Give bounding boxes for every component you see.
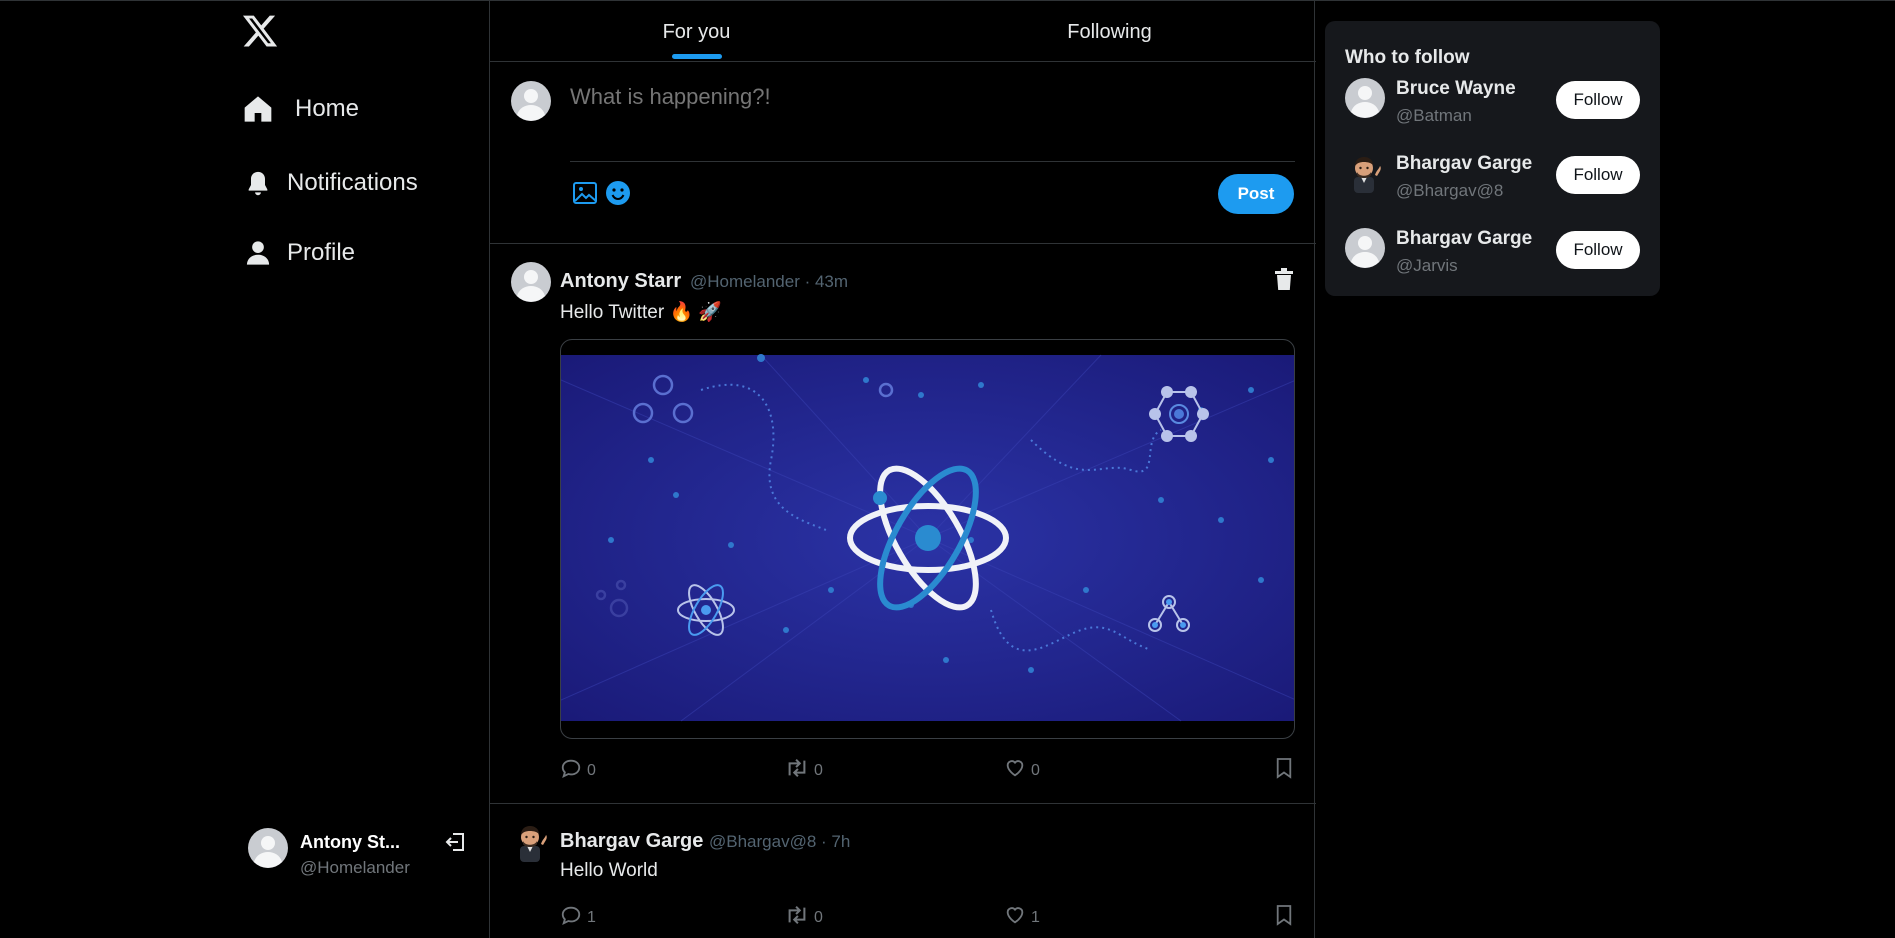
reply-button[interactable]: 1 — [560, 904, 596, 931]
avatar[interactable] — [1345, 228, 1385, 268]
who-to-follow-panel: Who to follow Bruce Wayne @Batman Follow — [1325, 21, 1660, 296]
tweet-text: Hello World — [560, 860, 658, 881]
tweet-actions: 1 0 1 — [560, 904, 1295, 930]
tweet-meta: @Bhargav@8 · 7h — [709, 832, 851, 851]
avatar — [511, 81, 551, 121]
person-icon — [241, 236, 275, 270]
account-handle: @Homelander — [300, 858, 410, 877]
memoji-avatar[interactable] — [511, 822, 551, 862]
tweet-actions: 0 0 0 — [560, 757, 1295, 783]
account-switcher[interactable]: Antony St... @Homelander — [248, 826, 478, 882]
app-root: Home Notifications Profile Antony St... … — [0, 0, 1895, 938]
x-logo-icon[interactable] — [241, 12, 279, 50]
image-icon[interactable] — [572, 181, 598, 205]
avatar[interactable] — [511, 262, 551, 302]
account-name: Antony St... — [300, 832, 400, 852]
tweet-text: Hello Twitter 🔥 🚀 — [560, 302, 723, 323]
suggestion-handle: @Batman — [1396, 106, 1472, 125]
emoji-icon[interactable] — [605, 180, 631, 206]
tweet-media-image[interactable] — [560, 339, 1295, 739]
tweet[interactable]: Antony Starr @Homelander · 43m Hello Twi… — [490, 244, 1316, 804]
bookmark-button[interactable] — [1275, 757, 1293, 784]
timeline-tabs: For you Following — [490, 0, 1316, 62]
follow-button[interactable]: Follow — [1556, 231, 1640, 269]
suggestion-name[interactable]: Bruce Wayne — [1396, 78, 1516, 100]
react-atom-illustration — [561, 354, 1294, 722]
follow-suggestion[interactable]: Bruce Wayne @Batman Follow — [1345, 78, 1640, 128]
home-icon — [241, 92, 275, 126]
composer-divider — [570, 161, 1295, 162]
reply-button[interactable]: 0 — [560, 757, 596, 784]
reply-count: 1 — [587, 908, 596, 926]
compose-input[interactable] — [570, 84, 1270, 110]
suggestion-name[interactable]: Bhargav Garge — [1396, 228, 1532, 250]
nav-item-notifications[interactable]: Notifications — [241, 166, 418, 200]
bookmark-icon — [1275, 904, 1293, 931]
retweet-icon — [785, 904, 809, 931]
trash-icon[interactable] — [1274, 268, 1294, 290]
heart-icon — [1004, 904, 1026, 931]
bookmark-icon — [1275, 757, 1293, 784]
tab-following[interactable]: Following — [903, 0, 1316, 62]
post-button[interactable]: Post — [1218, 174, 1294, 214]
tweet-author[interactable]: Antony Starr — [560, 270, 681, 293]
bell-icon — [241, 166, 275, 200]
follow-suggestion[interactable]: Bhargav Garge @Bhargav@8 Follow — [1345, 153, 1640, 203]
nav-item-label: Home — [295, 95, 360, 122]
follow-suggestion[interactable]: Bhargav Garge @Jarvis Follow — [1345, 228, 1640, 278]
like-count: 0 — [1031, 761, 1040, 779]
comment-icon — [560, 904, 582, 931]
retweet-button[interactable]: 0 — [785, 757, 823, 784]
reply-count: 0 — [587, 761, 596, 779]
like-button[interactable]: 0 — [1004, 757, 1040, 784]
avatar — [248, 828, 288, 868]
follow-button[interactable]: Follow — [1556, 156, 1640, 194]
left-sidebar: Home Notifications Profile Antony St... … — [0, 0, 489, 938]
active-tab-indicator — [672, 54, 722, 59]
panel-title: Who to follow — [1345, 47, 1470, 68]
tweet-composer: Post — [490, 62, 1316, 244]
tweet[interactable]: Bhargav Garge @Bhargav@8 · 7h Hello Worl… — [490, 804, 1316, 938]
heart-icon — [1004, 757, 1026, 784]
nav-item-label: Notifications — [287, 169, 418, 196]
nav-item-home[interactable]: Home — [241, 92, 359, 126]
like-button[interactable]: 1 — [1004, 904, 1040, 931]
tweet-meta: @Homelander · 43m — [690, 272, 849, 291]
logout-icon[interactable] — [444, 830, 470, 856]
retweet-count: 0 — [814, 908, 823, 926]
suggestion-handle: @Jarvis — [1396, 256, 1458, 275]
main-timeline: For you Following Post Antony Starr — [489, 0, 1316, 938]
follow-button[interactable]: Follow — [1556, 81, 1640, 119]
comment-icon — [560, 757, 582, 784]
retweet-button[interactable]: 0 — [785, 904, 823, 931]
nav-item-profile[interactable]: Profile — [241, 236, 355, 270]
bookmark-button[interactable] — [1275, 904, 1293, 931]
suggestion-name[interactable]: Bhargav Garge — [1396, 153, 1532, 175]
retweet-count: 0 — [814, 761, 823, 779]
memoji-avatar[interactable] — [1345, 153, 1385, 193]
nav-item-label: Profile — [287, 239, 356, 266]
tweet-author[interactable]: Bhargav Garge — [560, 830, 703, 853]
like-count: 1 — [1031, 908, 1040, 926]
retweet-icon — [785, 757, 809, 784]
avatar[interactable] — [1345, 78, 1385, 118]
tab-for-you[interactable]: For you — [490, 0, 903, 62]
suggestion-handle: @Bhargav@8 — [1396, 181, 1504, 200]
